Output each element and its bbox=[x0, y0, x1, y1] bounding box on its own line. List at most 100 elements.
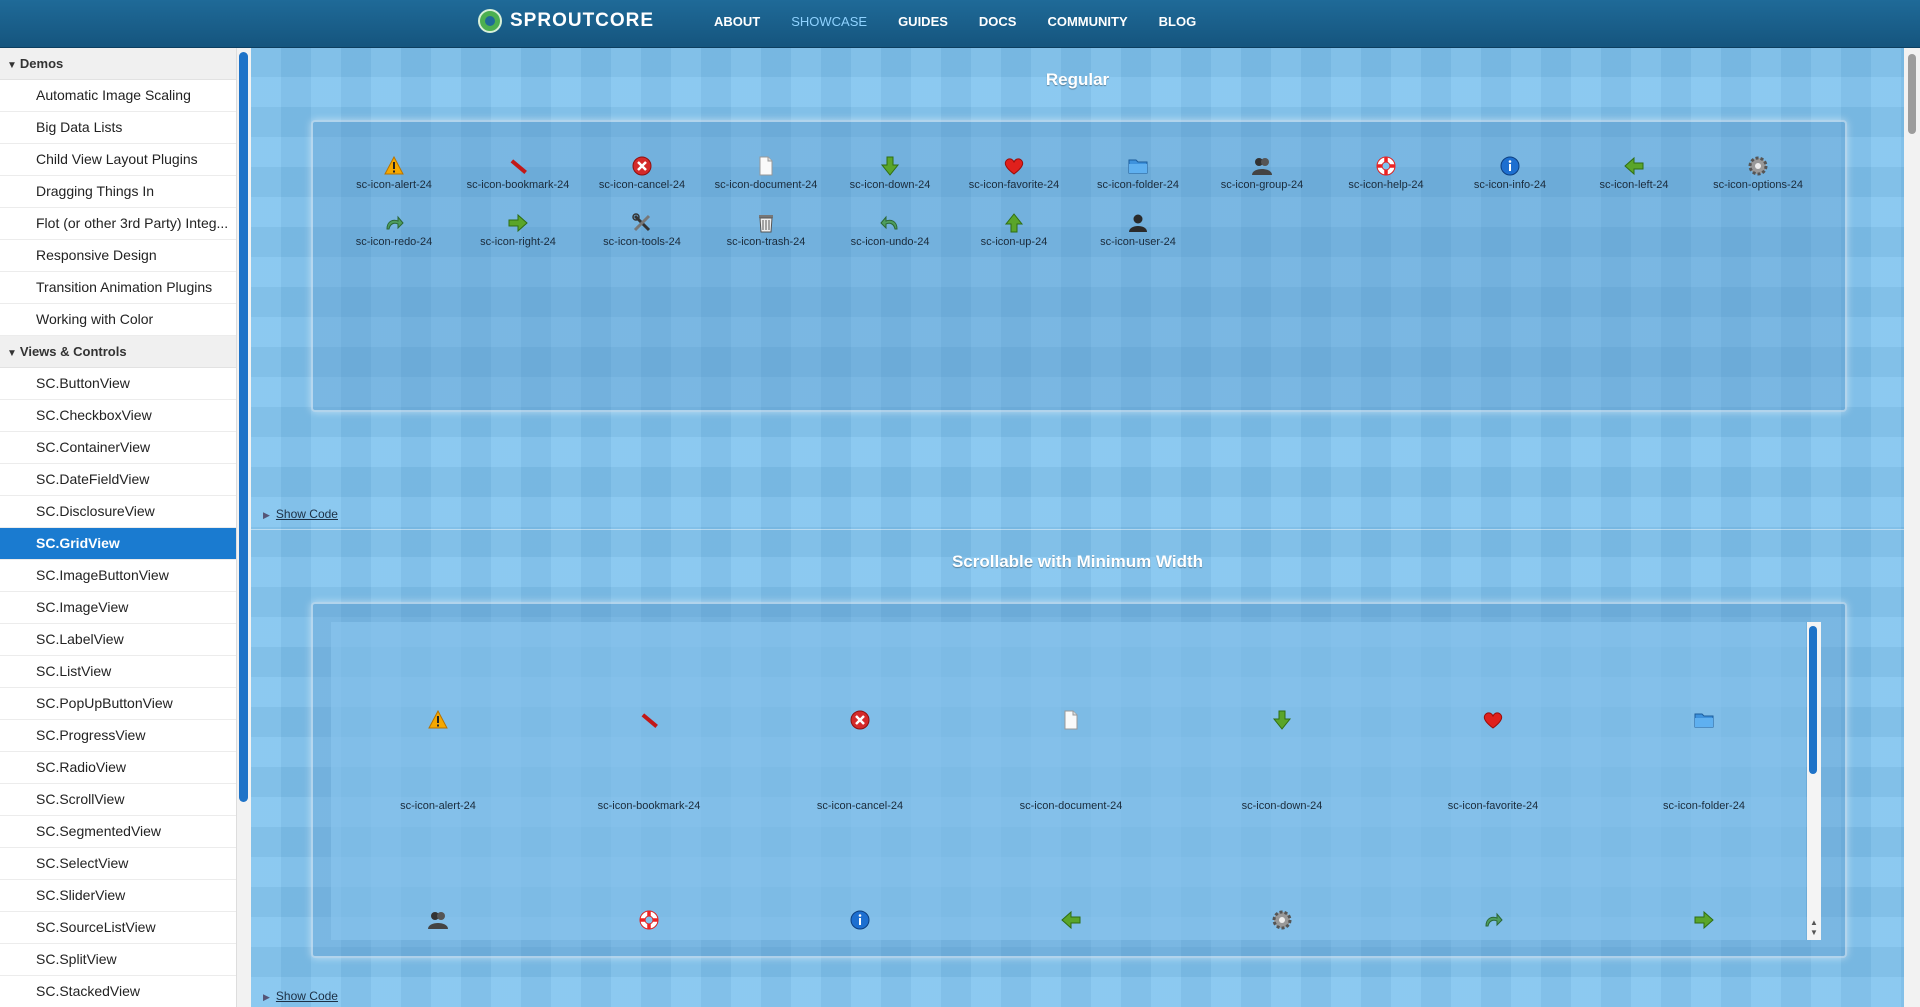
sidebar-item[interactable]: SC.ScrollView bbox=[0, 784, 236, 816]
grid-item[interactable] bbox=[348, 910, 528, 933]
sidebar-item[interactable]: SC.ImageButtonView bbox=[0, 560, 236, 592]
sidebar-item[interactable]: SC.ProgressView bbox=[0, 720, 236, 752]
grid-item[interactable]: sc-icon-tools-24 bbox=[580, 213, 704, 248]
sidebar-item[interactable]: SC.GridView bbox=[0, 528, 236, 560]
sidebar-item[interactable]: SC.SourceListView bbox=[0, 912, 236, 944]
sidebar-item[interactable]: SC.RadioView bbox=[0, 752, 236, 784]
grid-item[interactable]: sc-icon-alert-24 bbox=[332, 156, 456, 191]
grid-item[interactable]: sc-icon-right-24 bbox=[456, 213, 580, 248]
grid-item[interactable]: sc-icon-bookmark-24 bbox=[456, 156, 580, 191]
sidebar-item[interactable]: Child View Layout Plugins bbox=[0, 144, 236, 176]
sidebar-item[interactable]: SC.SegmentedView bbox=[0, 816, 236, 848]
sidebar-item[interactable]: SC.ImageView bbox=[0, 592, 236, 624]
main-scrollbar[interactable] bbox=[1904, 48, 1920, 1007]
grid-item[interactable] bbox=[981, 910, 1161, 933]
grid-item[interactable]: sc-icon-down-24 bbox=[1192, 710, 1372, 812]
main-scroll-thumb[interactable] bbox=[1908, 54, 1916, 134]
group-icon bbox=[428, 910, 448, 930]
grid-item[interactable]: sc-icon-redo-24 bbox=[332, 213, 456, 248]
show-code-label[interactable]: Show Code bbox=[276, 507, 338, 521]
sidebar-item[interactable]: Big Data Lists bbox=[0, 112, 236, 144]
grid-item[interactable] bbox=[1192, 910, 1372, 933]
grid-item-label: sc-icon-info-24 bbox=[1473, 179, 1547, 191]
info-icon bbox=[850, 910, 870, 930]
sidebar-item[interactable]: Dragging Things In bbox=[0, 176, 236, 208]
sidebar-item[interactable]: SC.StackedView bbox=[0, 976, 236, 1007]
grid-item[interactable]: sc-icon-left-24 bbox=[1572, 156, 1696, 191]
grid-item[interactable]: sc-icon-undo-24 bbox=[828, 213, 952, 248]
show-code-scrollable[interactable]: ▶ Show Code bbox=[263, 989, 338, 1003]
grid-item[interactable]: sc-icon-bookmark-24 bbox=[559, 710, 739, 812]
nav-showcase[interactable]: SHOWCASE bbox=[791, 14, 867, 29]
grid-item[interactable]: sc-icon-favorite-24 bbox=[952, 156, 1076, 191]
grid-item[interactable]: sc-icon-folder-24 bbox=[1614, 710, 1794, 812]
grid-item[interactable]: sc-icon-help-24 bbox=[1324, 156, 1448, 191]
sidebar-item[interactable]: SC.CheckboxView bbox=[0, 400, 236, 432]
grid-view-regular: sc-icon-alert-24 sc-icon-bookmark-24 sc-ic… bbox=[311, 120, 1847, 412]
inner-scroll-thumb[interactable] bbox=[1809, 626, 1817, 774]
sidebar-item[interactable]: Transition Animation Plugins bbox=[0, 272, 236, 304]
sidebar-item[interactable]: Flot (or other 3rd Party) Integ... bbox=[0, 208, 236, 240]
grid-item-label: sc-icon-left-24 bbox=[1599, 179, 1669, 191]
undo-icon bbox=[880, 213, 900, 233]
sidebar-item[interactable]: Responsive Design bbox=[0, 240, 236, 272]
sidebar-item[interactable]: SC.DateFieldView bbox=[0, 464, 236, 496]
grid-item[interactable]: sc-icon-alert-24 bbox=[348, 710, 528, 812]
sidebar-item[interactable]: SC.SplitView bbox=[0, 944, 236, 976]
sidebar-item[interactable]: Automatic Image Scaling bbox=[0, 80, 236, 112]
disclosure-triangle-icon[interactable]: ▼ bbox=[7, 348, 17, 359]
sidebar-item[interactable]: SC.ListView bbox=[0, 656, 236, 688]
nav-guides[interactable]: GUIDES bbox=[898, 14, 948, 29]
scroll-view-content[interactable]: sc-icon-alert-24 sc-icon-bookmark-24 sc-ic… bbox=[331, 622, 1806, 940]
nav-blog[interactable]: BLOG bbox=[1159, 14, 1197, 29]
scroll-up-arrow-icon[interactable]: ▲ bbox=[1810, 918, 1818, 927]
sidebar-scroll-thumb[interactable] bbox=[239, 52, 248, 802]
redo-icon bbox=[384, 213, 404, 233]
grid-item[interactable]: sc-icon-info-24 bbox=[1448, 156, 1572, 191]
sidebar-item[interactable]: SC.SelectView bbox=[0, 848, 236, 880]
grid-item[interactable]: sc-icon-up-24 bbox=[952, 213, 1076, 248]
nav-docs[interactable]: DOCS bbox=[979, 14, 1017, 29]
sidebar-item[interactable]: Working with Color bbox=[0, 304, 236, 336]
sidebar-item[interactable]: SC.ContainerView bbox=[0, 432, 236, 464]
sidebar-item[interactable]: SC.LabelView bbox=[0, 624, 236, 656]
grid-item-label: sc-icon-favorite-24 bbox=[1447, 800, 1539, 812]
grid-item[interactable]: sc-icon-user-24 bbox=[1076, 213, 1200, 248]
sidebar-group-header[interactable]: ▼ Demos bbox=[0, 48, 236, 80]
show-code-regular[interactable]: ▶ Show Code bbox=[263, 507, 338, 521]
grid-item[interactable]: sc-icon-group-24 bbox=[1200, 156, 1324, 191]
scroll-down-arrow-icon[interactable]: ▼ bbox=[1810, 928, 1818, 937]
grid-item[interactable] bbox=[770, 910, 950, 933]
grid-item[interactable]: sc-icon-favorite-24 bbox=[1403, 710, 1583, 812]
grid-item[interactable]: sc-icon-cancel-24 bbox=[770, 710, 950, 812]
sidebar-group-header[interactable]: ▼ Views & Controls bbox=[0, 336, 236, 368]
sidebar-item[interactable]: SC.ButtonView bbox=[0, 368, 236, 400]
grid-item[interactable]: sc-icon-document-24 bbox=[981, 710, 1161, 812]
brand-name: SPROUTCORE bbox=[510, 10, 655, 31]
grid-item[interactable]: sc-icon-document-24 bbox=[704, 156, 828, 191]
grid-item-label: sc-icon-right-24 bbox=[480, 236, 556, 248]
inner-vertical-scrollbar[interactable]: ▲ ▼ bbox=[1807, 622, 1821, 940]
grid-item[interactable] bbox=[559, 910, 739, 933]
nav-about[interactable]: ABOUT bbox=[714, 14, 760, 29]
grid-item[interactable]: sc-icon-down-24 bbox=[828, 156, 952, 191]
sidebar-item[interactable]: SC.SliderView bbox=[0, 880, 236, 912]
sidebar-item[interactable]: SC.DisclosureView bbox=[0, 496, 236, 528]
sidebar-item[interactable]: SC.PopUpButtonView bbox=[0, 688, 236, 720]
disclosure-triangle-icon[interactable]: ▼ bbox=[7, 60, 17, 71]
sidebar-scrollbar[interactable] bbox=[236, 48, 251, 1007]
bookmark-icon bbox=[639, 710, 659, 730]
grid-item[interactable] bbox=[1614, 910, 1794, 933]
grid-item[interactable]: sc-icon-cancel-24 bbox=[580, 156, 704, 191]
grid-item[interactable] bbox=[1403, 910, 1583, 933]
sproutcore-logo[interactable]: SPROUTCORE bbox=[478, 9, 654, 33]
grid-item[interactable]: sc-icon-folder-24 bbox=[1076, 156, 1200, 191]
grid-item-label: sc-icon-folder-24 bbox=[1097, 179, 1179, 191]
grid-item[interactable]: sc-icon-trash-24 bbox=[704, 213, 828, 248]
show-code-label[interactable]: Show Code bbox=[276, 989, 338, 1003]
grid-item[interactable]: sc-icon-options-24 bbox=[1696, 156, 1820, 191]
section-title-scrollable: Scrollable with Minimum Width bbox=[951, 552, 1204, 571]
lifebuoy-icon bbox=[1376, 156, 1396, 176]
nav-community[interactable]: COMMUNITY bbox=[1047, 14, 1127, 29]
grid-item-label: sc-icon-document-24 bbox=[714, 179, 818, 191]
